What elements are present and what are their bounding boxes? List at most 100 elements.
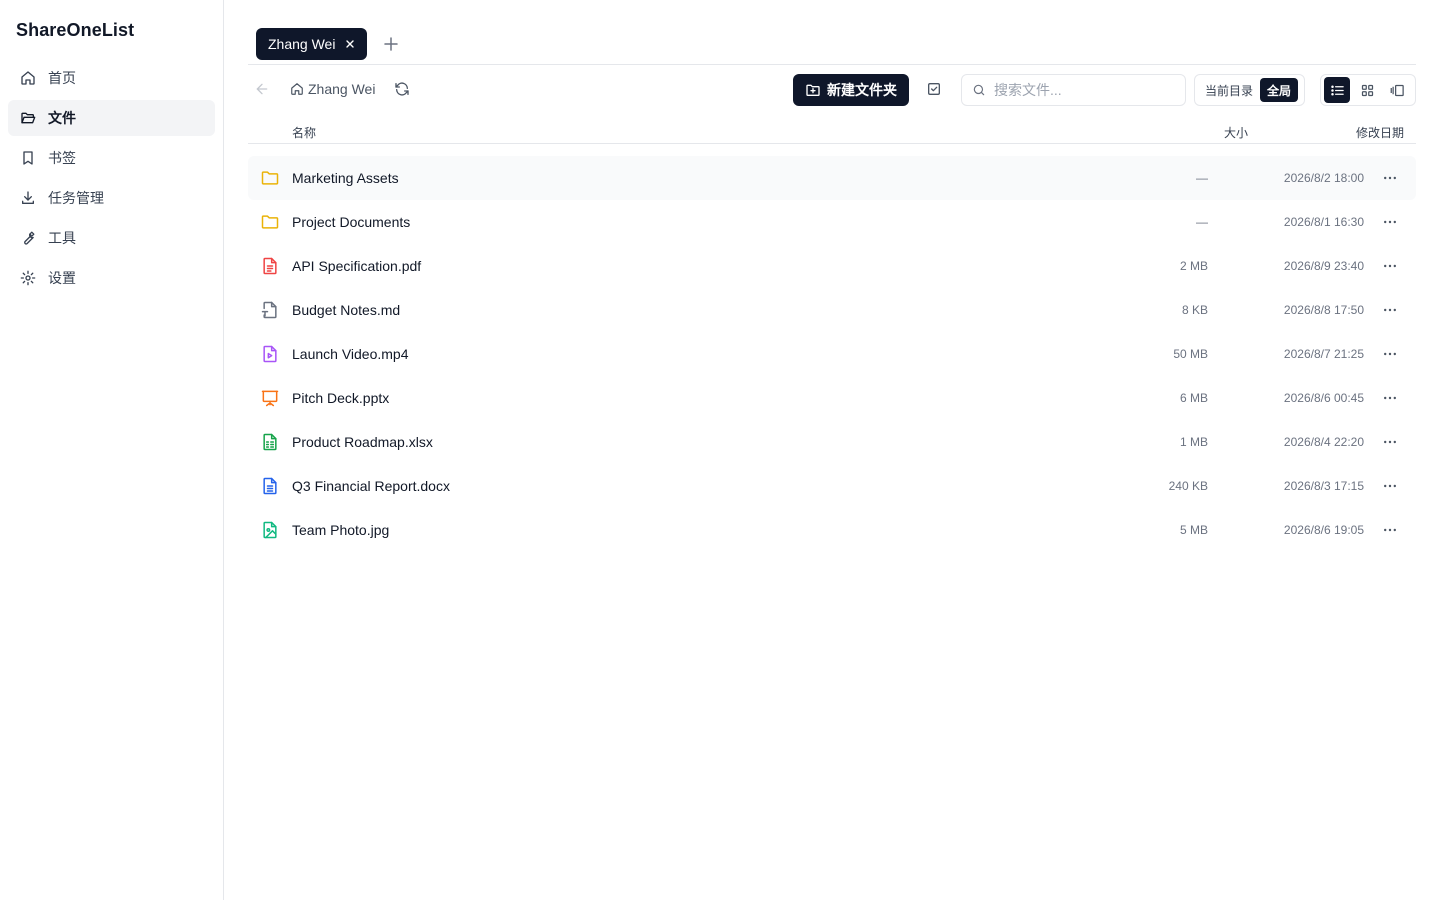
sidebar-item-files[interactable]: 文件 xyxy=(8,100,215,136)
more-options-icon[interactable] xyxy=(1380,520,1400,540)
document-file-icon xyxy=(260,476,280,496)
gallery-view-button[interactable] xyxy=(1384,77,1410,103)
table-row[interactable]: Marketing Assets — 2026/8/2 18:00 xyxy=(248,156,1416,200)
presentation-file-icon xyxy=(260,388,280,408)
view-mode-toggle xyxy=(1320,74,1416,106)
scope-current-dir[interactable]: 当前目录 xyxy=(1198,78,1260,102)
table-row[interactable]: Team Photo.jpg 5 MB 2026/8/6 19:05 xyxy=(248,508,1416,552)
search-scope-toggle: 当前目录 全局 xyxy=(1194,74,1305,106)
file-size: 50 MB xyxy=(1173,347,1208,361)
video-file-icon xyxy=(260,344,280,364)
file-name: API Specification.pdf xyxy=(292,258,422,274)
more-options-icon[interactable] xyxy=(1380,168,1400,188)
table-row[interactable]: Product Roadmap.xlsx 1 MB 2026/8/4 22:20 xyxy=(248,420,1416,464)
search-icon xyxy=(972,83,986,97)
column-size-header[interactable]: 大小 xyxy=(1224,124,1248,141)
refresh-icon[interactable] xyxy=(394,81,410,97)
file-date: 2026/8/2 18:00 xyxy=(1283,171,1364,185)
sidebar-item-settings[interactable]: 设置 xyxy=(8,260,215,296)
gallery-icon xyxy=(1390,84,1404,96)
file-list: Marketing Assets — 2026/8/2 18:00 Projec… xyxy=(248,156,1416,552)
tab-zhang-wei[interactable]: Zhang Wei xyxy=(256,28,368,60)
list-icon xyxy=(1330,85,1344,95)
back-arrow-icon[interactable] xyxy=(254,81,270,97)
table-row[interactable]: Project Documents — 2026/8/1 16:30 xyxy=(248,200,1416,244)
file-name: Product Roadmap.xlsx xyxy=(292,434,433,450)
search-box xyxy=(961,74,1186,106)
wrench-icon xyxy=(20,230,36,246)
new-folder-button[interactable]: 新建文件夹 xyxy=(793,74,909,106)
more-options-icon[interactable] xyxy=(1380,476,1400,496)
main-content: Zhang Wei Zhang Wei 新建文件夹 搜索文件... 当前目录 全… xyxy=(224,0,1440,900)
file-name: Project Documents xyxy=(292,214,411,230)
file-date: 2026/8/8 17:50 xyxy=(1283,303,1364,317)
folder-icon xyxy=(260,212,280,232)
table-row[interactable]: Q3 Financial Report.docx 240 KB 2026/8/3… xyxy=(248,464,1416,508)
folder-open-icon xyxy=(20,110,36,126)
sidebar-item-label: 任务管理 xyxy=(48,190,104,206)
sidebar-item-label: 设置 xyxy=(48,270,76,286)
file-name: Pitch Deck.pptx xyxy=(292,390,390,406)
app-title: ShareOneList xyxy=(16,20,135,40)
file-size: 1 MB xyxy=(1179,435,1208,449)
bookmark-icon xyxy=(20,150,36,166)
more-options-icon[interactable] xyxy=(1380,432,1400,452)
breadcrumb[interactable]: Zhang Wei xyxy=(290,81,375,97)
more-options-icon[interactable] xyxy=(1380,300,1400,320)
table-row[interactable]: Budget Notes.md 8 KB 2026/8/8 17:50 xyxy=(248,288,1416,332)
new-folder-label: 新建文件夹 xyxy=(827,82,897,98)
pdf-file-icon xyxy=(260,256,280,276)
file-date: 2026/8/1 16:30 xyxy=(1283,215,1364,229)
list-view-button[interactable] xyxy=(1324,77,1350,103)
folder-icon xyxy=(260,168,280,188)
file-date: 2026/8/3 17:15 xyxy=(1283,479,1364,493)
search-input[interactable] xyxy=(994,82,1174,98)
more-options-icon[interactable] xyxy=(1380,388,1400,408)
file-date: 2026/8/6 00:45 xyxy=(1283,391,1364,405)
sidebar: ShareOneList 首页 文件 书签 任务管理 工具 设置 xyxy=(0,0,224,900)
spreadsheet-file-icon xyxy=(260,432,280,452)
home-icon xyxy=(290,82,304,96)
file-date: 2026/8/9 23:40 xyxy=(1283,259,1364,273)
add-tab-button[interactable] xyxy=(382,33,400,55)
sidebar-item-home[interactable]: 首页 xyxy=(8,60,215,96)
sidebar-item-label: 书签 xyxy=(48,150,76,166)
file-size: 8 KB xyxy=(1181,303,1208,317)
more-options-icon[interactable] xyxy=(1380,256,1400,276)
plus-icon xyxy=(384,37,398,51)
table-header: 名称 大小 修改日期 xyxy=(248,118,1416,144)
grid-icon xyxy=(1361,84,1373,96)
file-size: 6 MB xyxy=(1179,391,1208,405)
scope-global[interactable]: 全局 xyxy=(1260,78,1299,102)
gear-icon xyxy=(20,270,36,286)
select-checkbox-icon[interactable] xyxy=(926,81,942,97)
sidebar-item-label: 工具 xyxy=(48,230,76,246)
file-size: 2 MB xyxy=(1179,259,1208,273)
sidebar-nav: 首页 文件 书签 任务管理 工具 设置 xyxy=(8,60,215,300)
table-row[interactable]: Launch Video.mp4 50 MB 2026/8/7 21:25 xyxy=(248,332,1416,376)
grid-view-button[interactable] xyxy=(1354,77,1380,103)
table-row[interactable]: Pitch Deck.pptx 6 MB 2026/8/6 00:45 xyxy=(248,376,1416,420)
toolbar: Zhang Wei 新建文件夹 当前目录 全局 xyxy=(248,72,1416,108)
file-date: 2026/8/7 21:25 xyxy=(1283,347,1364,361)
table-row[interactable]: API Specification.pdf 2 MB 2026/8/9 23:4… xyxy=(248,244,1416,288)
sidebar-item-tools[interactable]: 工具 xyxy=(8,220,215,256)
file-name: Launch Video.mp4 xyxy=(292,346,409,362)
sidebar-item-tasks[interactable]: 任务管理 xyxy=(8,180,215,216)
file-size: — xyxy=(1196,215,1208,229)
column-date-header[interactable]: 修改日期 xyxy=(1356,124,1404,141)
more-options-icon[interactable] xyxy=(1380,212,1400,232)
tab-bar: Zhang Wei xyxy=(248,0,1416,65)
sidebar-item-label: 文件 xyxy=(48,110,76,126)
more-options-icon[interactable] xyxy=(1380,344,1400,364)
file-name: Q3 Financial Report.docx xyxy=(292,478,450,494)
column-name-header[interactable]: 名称 xyxy=(292,124,316,141)
file-name: Team Photo.jpg xyxy=(292,522,390,538)
tab-label: Zhang Wei xyxy=(268,36,336,52)
file-date: 2026/8/6 19:05 xyxy=(1283,523,1364,537)
close-icon[interactable] xyxy=(345,39,355,49)
file-name: Budget Notes.md xyxy=(292,302,401,318)
download-icon xyxy=(20,190,36,206)
sidebar-item-bookmarks[interactable]: 书签 xyxy=(8,140,215,176)
file-name: Marketing Assets xyxy=(292,170,399,186)
